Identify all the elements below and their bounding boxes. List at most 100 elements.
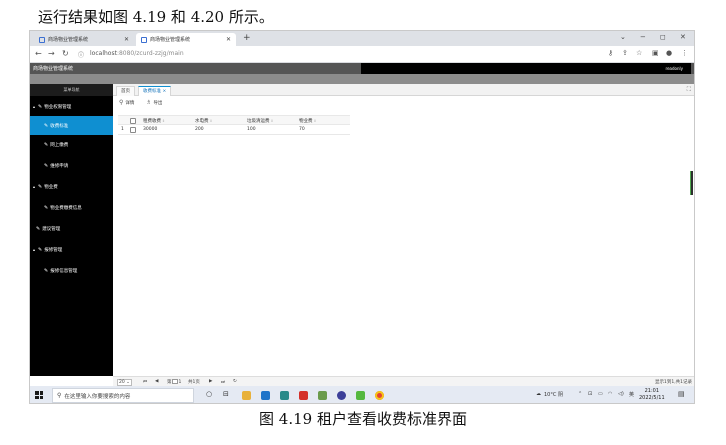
- new-tab-button[interactable]: +: [243, 33, 251, 43]
- weather-text[interactable]: 10°C 阴: [544, 391, 563, 398]
- sidebar-item-suggestions[interactable]: ✎ 建议管理: [30, 219, 113, 238]
- pager-summary: 显示1到1,共1记录: [654, 380, 692, 385]
- profile-icon[interactable]: ●: [666, 49, 672, 57]
- first-page-icon[interactable]: ⏮: [143, 379, 147, 385]
- pagination-bar: 20 ⌄ ⏮ ◀ 第1 共1页 ▶ ⏭ ↻ 显示1到1,共1记录: [113, 376, 694, 386]
- volume-icon[interactable]: ◁): [618, 391, 624, 397]
- input-language[interactable]: 英: [629, 391, 634, 398]
- star-icon[interactable]: ☆: [636, 49, 642, 57]
- sidebar-toggle-icon[interactable]: ▣: [652, 49, 659, 57]
- info-icon[interactable]: ⓘ: [78, 50, 84, 59]
- store-icon[interactable]: [280, 391, 289, 400]
- sort-icon: ⇕: [162, 119, 165, 123]
- sidebar-item-label: 维修申请: [50, 163, 69, 169]
- network-icon[interactable]: ⊡: [588, 391, 592, 397]
- sidebar-item-fee-payment-info[interactable]: ✎ 物业费缴费信息: [30, 198, 113, 217]
- sort-icon: ⇕: [313, 119, 317, 123]
- file-explorer-icon[interactable]: [242, 391, 251, 400]
- window-close-icon[interactable]: ✕: [680, 33, 686, 41]
- page-size-value: 20: [119, 380, 125, 385]
- forward-arrow-icon[interactable]: →: [48, 49, 55, 58]
- url-field[interactable]: localhost:8080/zcurd-zzjg/main: [90, 50, 184, 57]
- app-icon-2[interactable]: [356, 391, 365, 400]
- clock-date: 2022/5/11: [639, 395, 665, 401]
- search-icon: ⚲: [57, 392, 62, 399]
- caret-down-icon: ▴: [33, 104, 36, 109]
- cell-utilities: 200: [195, 127, 204, 132]
- mail-icon[interactable]: [261, 391, 270, 400]
- sort-icon: ⇕: [209, 119, 213, 123]
- header-user-area: readonly: [361, 63, 691, 74]
- tab-home[interactable]: 首页: [116, 86, 135, 96]
- notification-icon[interactable]: ▤: [678, 390, 685, 398]
- tray-chevron-icon[interactable]: ⌃: [578, 391, 582, 397]
- task-view-icon[interactable]: ⊟: [223, 390, 229, 398]
- pencil-icon: ✎: [44, 141, 49, 148]
- select-all-checkbox[interactable]: [130, 118, 136, 124]
- pencil-icon: ✎: [38, 246, 43, 253]
- windows-start-icon[interactable]: [35, 391, 43, 399]
- key-icon[interactable]: ⚷: [608, 49, 613, 57]
- app-icon[interactable]: [318, 391, 327, 400]
- url-host: localhost: [90, 50, 117, 57]
- export-button[interactable]: ♗ 导出: [146, 99, 162, 106]
- page-size-select[interactable]: 20 ⌄: [117, 379, 132, 386]
- sidebar-item-fee-standard[interactable]: ✎ 收费标准: [30, 116, 113, 135]
- browser-tab-1[interactable]: 商场物业管理系统 ✕: [34, 33, 134, 46]
- column-header-label: 物业费: [299, 119, 313, 124]
- browser-tab-label: 商场物业管理系统: [150, 37, 191, 43]
- export-button-label: 导出: [153, 100, 163, 106]
- data-grid: 租费收费⇕ 水电费⇕ 垃圾清运费⇕ 物业费⇕ 1 30000 200 100 7…: [118, 115, 350, 135]
- cortana-icon[interactable]: ○: [206, 390, 212, 398]
- page-number[interactable]: 第1: [167, 379, 181, 385]
- page-favicon-icon: [141, 36, 147, 43]
- search-icon: ⚲: [119, 99, 124, 106]
- detail-button[interactable]: ⚲ 详情: [119, 99, 134, 106]
- weather-icon: ☁: [536, 391, 541, 397]
- row-checkbox[interactable]: [130, 127, 136, 133]
- browser-tab-bar: 商场物业管理系统 ✕ 商场物业管理系统 ✕ + ⌄ − ◻ ✕: [30, 31, 694, 46]
- sidebar-item-online-payment[interactable]: ✎ 网上缴费: [30, 135, 113, 154]
- close-icon[interactable]: ✕: [226, 36, 231, 43]
- sidebar-item-repair-management[interactable]: ▴ ✎ 报修管理: [30, 240, 113, 259]
- sidebar-item-property-permissions[interactable]: ▴ ✎ 物业权限管理: [30, 97, 113, 116]
- back-arrow-icon[interactable]: ←: [35, 49, 42, 58]
- scrollbar-handle[interactable]: [690, 171, 693, 195]
- tab-fee-standard[interactable]: 收费标准 ×: [138, 86, 172, 96]
- wps-icon[interactable]: [299, 391, 308, 400]
- sidebar-item-label: 物业费: [44, 184, 58, 190]
- wifi-icon[interactable]: ◠: [608, 391, 612, 397]
- content-tab-bar: 首页 收费标准 × ⛶: [113, 84, 694, 96]
- sidebar-item-repair-request[interactable]: ✎ 维修申请: [30, 156, 113, 175]
- pencil-icon: ✎: [38, 103, 43, 110]
- refresh-icon[interactable]: ↻: [233, 379, 237, 384]
- url-path: :8080/zcurd-zzjg/main: [116, 50, 184, 57]
- eclipse-icon[interactable]: [337, 391, 346, 400]
- chevron-down-icon[interactable]: ⌄: [620, 33, 626, 41]
- share-icon[interactable]: ⇪: [622, 49, 628, 57]
- current-user[interactable]: readonly: [666, 66, 683, 71]
- table-row[interactable]: 1 30000 200 100 70: [118, 125, 350, 135]
- taskbar-search-input[interactable]: ⚲ 在这里输入你要搜索的内容: [52, 388, 194, 403]
- browser-tab-2[interactable]: 商场物业管理系统 ✕: [136, 33, 236, 46]
- sidebar-header: 菜单导航: [30, 84, 113, 96]
- page-favicon-icon: [39, 36, 45, 43]
- tab-close-icon[interactable]: ×: [162, 89, 166, 94]
- sidebar-item-property-fee[interactable]: ▴ ✎ 物业费: [30, 177, 113, 196]
- chrome-icon[interactable]: [375, 391, 384, 400]
- minimize-icon[interactable]: −: [640, 33, 646, 41]
- prev-page-icon[interactable]: ◀: [155, 379, 158, 384]
- maximize-icon[interactable]: ◻: [660, 33, 666, 41]
- sidebar-item-label: 建议管理: [42, 226, 61, 232]
- reload-icon[interactable]: ↻: [62, 49, 69, 58]
- close-icon[interactable]: ✕: [124, 36, 129, 43]
- fullscreen-icon[interactable]: ⛶: [687, 86, 691, 94]
- sidebar-item-repair-info[interactable]: ✎ 报修信息管理: [30, 261, 113, 280]
- next-page-icon[interactable]: ▶: [209, 379, 212, 384]
- page-input[interactable]: [171, 379, 178, 384]
- menu-dots-icon[interactable]: ⋮: [681, 49, 688, 57]
- last-page-icon[interactable]: ⏭: [221, 379, 225, 385]
- taskbar-clock[interactable]: 21:01 2022/5/11: [639, 388, 665, 402]
- battery-icon[interactable]: ▭: [598, 391, 603, 397]
- column-header-label: 水电费: [195, 119, 209, 124]
